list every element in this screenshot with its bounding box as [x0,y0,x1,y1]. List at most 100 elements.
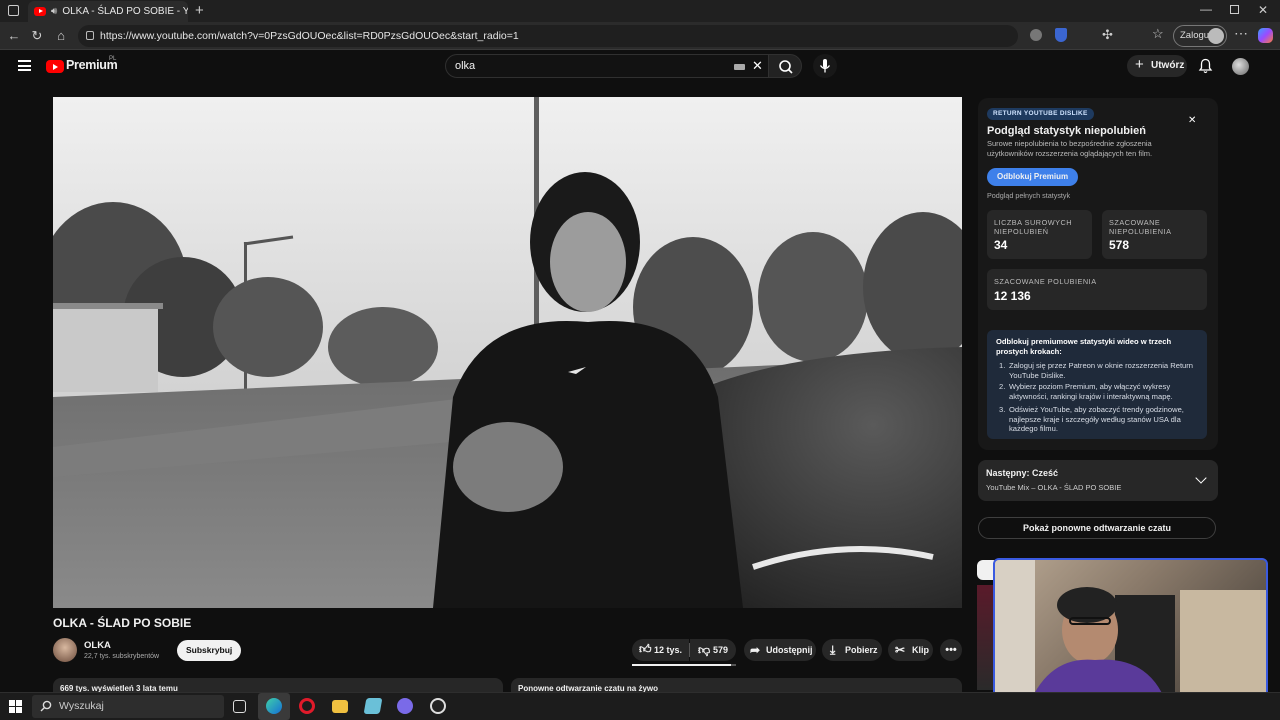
download-icon: ⤓ [830,643,836,657]
back-icon[interactable]: ← [5,27,23,45]
browser-tab-bar: 🔊︎ OLKA - ŚLAD PO SOBIE - Yo ✕ + — ✕ [0,0,1280,22]
url-field[interactable]: https://www.youtube.com/watch?v=0PzsGdOU… [78,25,1018,47]
file-explorer-icon[interactable] [332,700,348,713]
speaker-icon[interactable]: 🔊︎ [51,6,57,17]
browser-tab[interactable]: 🔊︎ OLKA - ŚLAD PO SOBIE - Yo ✕ [28,1,188,22]
window-close-icon[interactable]: ✕ [1258,3,1268,17]
keyboard-icon[interactable] [734,64,745,70]
opera-icon[interactable] [299,698,315,714]
step-number-1: 1. [999,361,1006,370]
rd-close-icon[interactable]: ✕ [1188,115,1196,126]
next-up-panel[interactable]: Następny: Cześć YouTube Mix – OLKA - ŚLA… [978,460,1218,501]
channel-name[interactable]: OLKA [84,640,111,651]
refresh-icon[interactable]: ↻ [28,27,46,45]
channel-avatar[interactable] [53,638,77,662]
raw-dislikes-label: LICZBA SUROWYCH NIEPOLUBIEŃ [994,218,1073,236]
windows-taskbar: Wyszukaj [0,692,1280,720]
scissors-icon: ✂ [895,643,906,657]
copilot-icon[interactable] [1258,28,1273,43]
youtube-logo-icon[interactable] [46,60,64,73]
logo-region: PL [109,56,117,62]
window-menu-icon[interactable] [8,5,19,16]
favorites-icon[interactable]: ☆ [1152,26,1164,42]
more-actions-button[interactable]: ••• [940,639,962,661]
account-avatar[interactable] [1232,58,1249,75]
clip-button[interactable]: ✂ Klip [888,639,933,661]
subscribe-button[interactable]: Subskrybuj [177,640,242,661]
chat-replay-box[interactable]: Ponowne odtwarzanie czatu na żywo [511,678,962,692]
thumbs-up-icon: 👍︎ [639,642,652,656]
unlock-premium-button[interactable]: Odblokuj Premium [987,168,1079,186]
more-options-icon[interactable]: ⋯ [1234,25,1248,42]
home-icon[interactable]: ⌂ [52,27,70,45]
estimated-likes-value: 12 136 [994,289,1031,303]
search-button[interactable] [768,54,802,78]
extension-icon[interactable] [1030,29,1042,41]
download-button[interactable]: ⤓ Pobierz [822,639,882,661]
url-text: https://www.youtube.com/watch?v=0PzsGdOU… [100,30,519,42]
hamburger-menu-icon[interactable] [18,60,31,71]
share-label: Udostępnij [766,645,813,655]
share-button[interactable]: ➦ Udostępnij [744,639,816,661]
tab-title: OLKA - ŚLAD PO SOBIE - Yo [62,6,188,17]
search-value: olka [455,60,476,72]
like-button[interactable]: 👍︎ 12 tys. [632,639,689,661]
obs-icon[interactable] [430,698,446,714]
raw-dislikes-card: LICZBA SUROWYCH NIEPOLUBIEŃ 34 [987,210,1092,259]
create-label: Utwórz [1151,60,1185,71]
maximize-icon[interactable] [1230,5,1239,14]
step-number-3: 3. [999,405,1006,414]
login-button[interactable]: Zaloguj [1173,25,1227,47]
minimize-icon[interactable]: — [1200,2,1212,16]
discord-icon[interactable] [397,698,413,714]
login-label: Zaloguj [1180,30,1212,41]
step-1: Zaloguj się przez Patreon w oknie rozsze… [1009,361,1194,380]
more-horizontal-icon: ••• [945,644,957,656]
step-number-2: 2. [999,382,1006,391]
plus-icon: + [1135,56,1144,73]
chevron-down-icon[interactable] [1195,472,1207,484]
task-view-icon[interactable] [233,700,246,713]
shield-extension-icon[interactable] [1055,28,1067,42]
full-stats-link[interactable]: Podgląd pełnych statystyk [987,191,1070,200]
search-icon [779,60,793,74]
dislike-button[interactable]: 👎︎ 579 [690,639,736,661]
estimated-likes-label: SZACOWANE POLUBIENIA [994,277,1097,286]
new-tab-icon[interactable]: + [195,2,204,19]
next-up-sub: YouTube Mix – OLKA - ŚLAD PO SOBIE [986,483,1122,492]
lock-icon [86,31,94,40]
microphone-icon [819,59,831,73]
voice-search-button[interactable] [813,54,837,78]
video-title: OLKA - ŚLAD PO SOBIE [53,616,192,630]
raw-dislikes-value: 34 [994,238,1008,252]
edge-icon[interactable] [266,698,282,714]
estimated-dislikes-card: SZACOWANE NIEPOLUBIENIA 578 [1102,210,1207,259]
taskbar-search-box[interactable]: Wyszukaj [32,695,224,718]
search-input[interactable]: olka ✕ [445,54,769,78]
windows-start-icon[interactable] [9,700,22,713]
taskbar-search-icon [40,700,52,712]
webcam-overlay [993,558,1268,713]
create-button[interactable]: + Utwórz [1127,55,1187,77]
steps-title: Odblokuj premiumowe statystyki wideo w t… [996,337,1172,356]
puzzle-icon[interactable]: ✣ [1102,27,1113,43]
profile-avatar [1208,28,1224,44]
download-label: Pobierz [845,645,878,655]
clip-label: Klip [912,645,929,655]
video-frame [53,97,962,608]
thumbs-down-icon: 👎︎ [698,643,711,657]
clear-search-icon[interactable]: ✕ [752,55,763,77]
video-player[interactable] [53,97,962,608]
show-chat-replay-button[interactable]: Pokaż ponowne odtwarzanie czatu [978,517,1216,539]
webcam-scene [995,560,1266,711]
youtube-favicon-icon [34,7,46,16]
like-count: 12 tys. [654,645,683,655]
dislike-count: 579 [713,645,729,655]
browser-address-bar: ← ↻ ⌂ https://www.youtube.com/watch?v=0P… [0,22,1280,50]
notepad-icon[interactable] [363,698,383,714]
next-up-label: Następny: Cześć [986,468,1059,478]
rd-title: Podgląd statystyk niepolubień [987,125,1146,137]
estimated-likes-card: SZACOWANE POLUBIENIA 12 136 [987,269,1207,310]
description-box[interactable]: 669 tys. wyświetleń 3 lata temu [53,678,503,692]
notifications-bell-icon[interactable] [1198,58,1213,74]
